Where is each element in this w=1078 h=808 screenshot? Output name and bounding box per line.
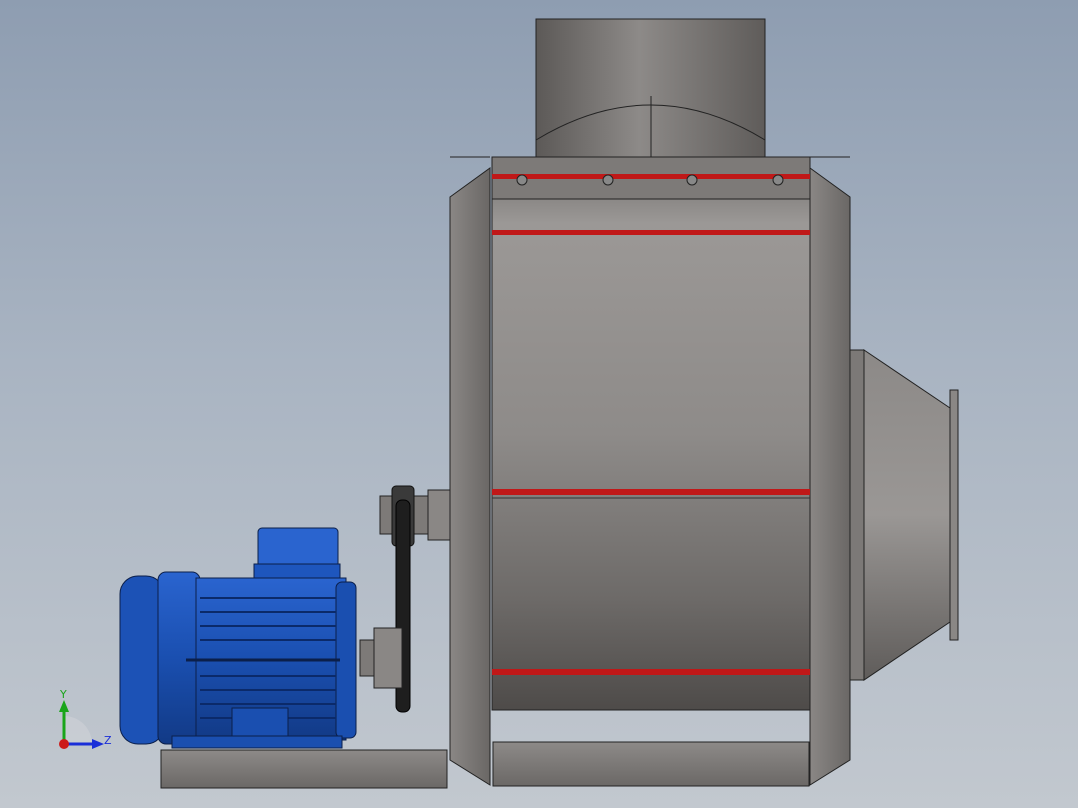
y-axis-label: Y bbox=[59, 688, 67, 701]
origin-marker bbox=[59, 739, 69, 749]
z-axis-label: Z bbox=[104, 734, 112, 747]
cad-viewport[interactable]: Y Z bbox=[0, 0, 1078, 808]
coordinate-triad: Y Z bbox=[59, 688, 112, 749]
